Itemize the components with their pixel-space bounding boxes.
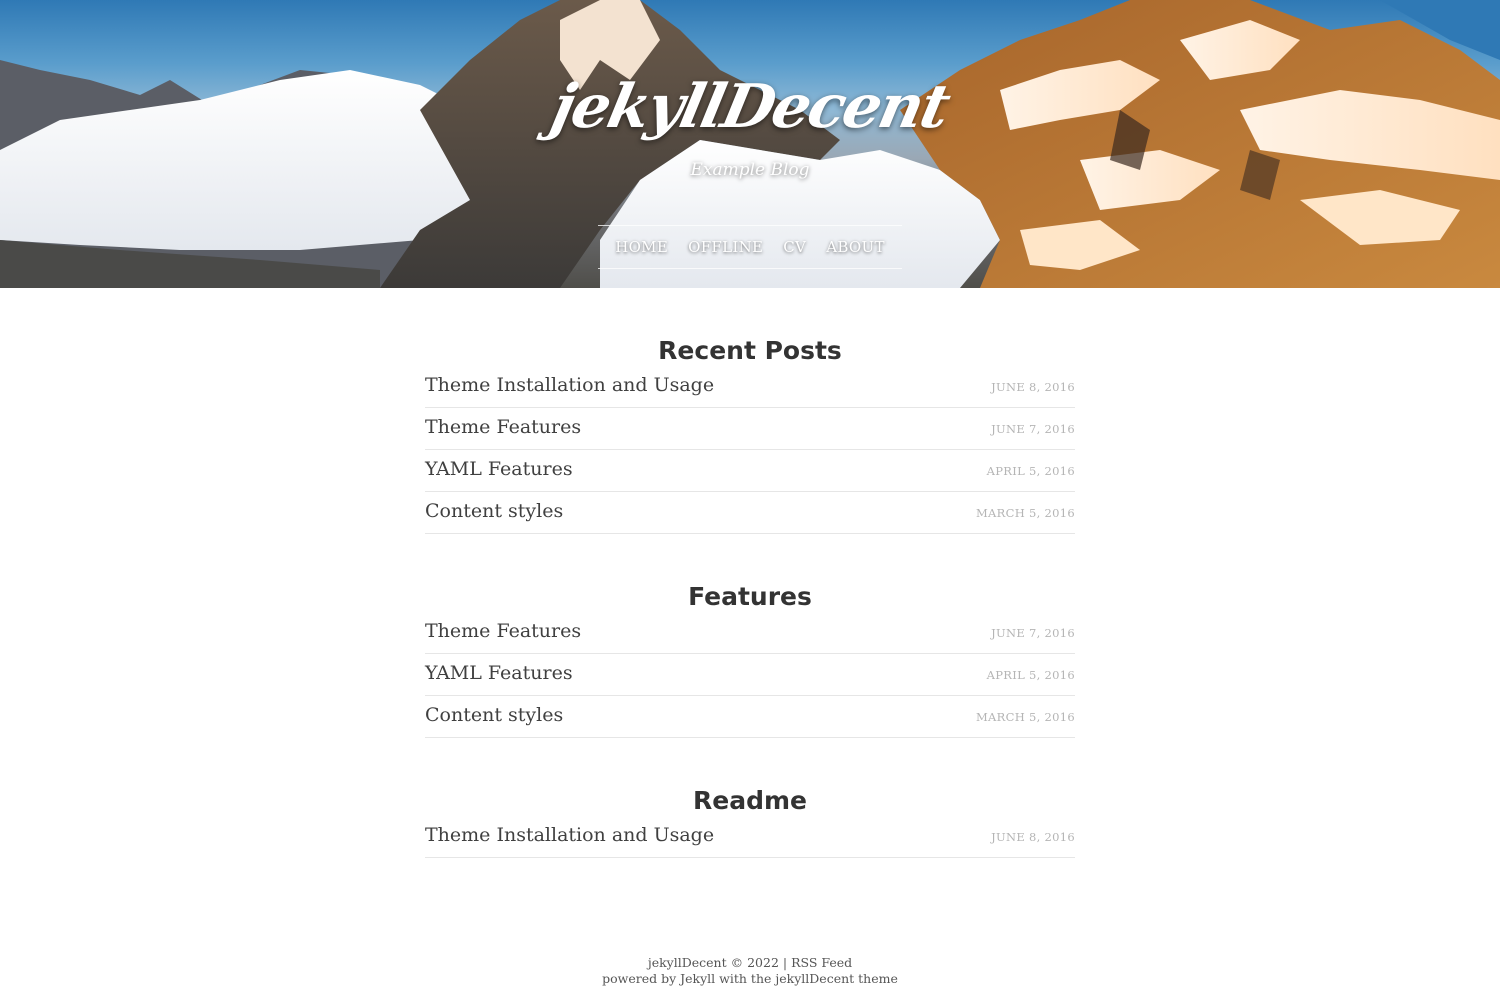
post-date: April 5, 2016 bbox=[986, 464, 1075, 478]
post-list-item: Theme Installation and Usage June 8, 201… bbox=[425, 366, 1075, 408]
main-content: Recent Posts Theme Installation and Usag… bbox=[425, 288, 1075, 858]
post-list-item: Content styles March 5, 2016 bbox=[425, 696, 1075, 738]
header-hero: jekyllDecent Example Blog HOME OFFLINE C… bbox=[0, 0, 1500, 288]
post-title-link[interactable]: Content styles bbox=[425, 493, 563, 529]
post-date: March 5, 2016 bbox=[975, 710, 1075, 724]
post-date: June 8, 2016 bbox=[991, 380, 1075, 394]
post-list-item: Content styles March 5, 2016 bbox=[425, 492, 1075, 534]
jekyll-link[interactable]: Jekyll bbox=[680, 971, 715, 986]
footer-brand-link[interactable]: jekyllDecent bbox=[648, 955, 727, 970]
section-title: Readme bbox=[693, 786, 807, 815]
section-title: Features bbox=[688, 582, 812, 611]
site-title[interactable]: jekyllDecent bbox=[0, 72, 1500, 142]
footer-separator: | bbox=[782, 955, 788, 970]
post-list-item: Theme Features June 7, 2016 bbox=[425, 408, 1075, 450]
post-date: June 7, 2016 bbox=[991, 422, 1075, 436]
post-title-link[interactable]: YAML Features bbox=[425, 451, 573, 487]
post-title-link[interactable]: Theme Features bbox=[425, 613, 581, 649]
section-recent-posts: Recent Posts Theme Installation and Usag… bbox=[425, 288, 1075, 534]
post-list: Theme Installation and Usage June 8, 201… bbox=[425, 366, 1075, 534]
nav-item-cv[interactable]: CV bbox=[783, 238, 806, 256]
post-title-link[interactable]: Theme Installation and Usage bbox=[425, 817, 714, 853]
section-features: Features Theme Features June 7, 2016 YAM… bbox=[425, 534, 1075, 738]
post-date: June 8, 2016 bbox=[991, 830, 1075, 844]
theme-link[interactable]: jekyllDecent theme bbox=[775, 971, 898, 986]
post-list-item: YAML Features April 5, 2016 bbox=[425, 450, 1075, 492]
main-nav: HOME OFFLINE CV ABOUT bbox=[598, 225, 902, 269]
post-title-link[interactable]: Content styles bbox=[425, 697, 563, 733]
post-title-link[interactable]: YAML Features bbox=[425, 655, 573, 691]
post-date: April 5, 2016 bbox=[986, 668, 1075, 682]
site-subtitle: Example Blog bbox=[690, 160, 810, 180]
footer-line-powered: powered by Jekyll with the jekyllDecent … bbox=[0, 971, 1500, 987]
nav-item-about[interactable]: ABOUT bbox=[826, 238, 885, 256]
post-date: June 7, 2016 bbox=[991, 626, 1075, 640]
post-title-link[interactable]: Theme Installation and Usage bbox=[425, 367, 714, 403]
section-title: Recent Posts bbox=[658, 336, 842, 365]
footer-powered-prefix: powered by bbox=[602, 971, 677, 986]
post-list: Theme Installation and Usage June 8, 201… bbox=[425, 816, 1075, 858]
nav-item-offline[interactable]: OFFLINE bbox=[688, 238, 763, 256]
post-date: March 5, 2016 bbox=[975, 506, 1075, 520]
footer-with-text: with the bbox=[719, 971, 772, 986]
footer-line-copyright: jekyllDecent © 2022 | RSS Feed bbox=[0, 955, 1500, 971]
post-list-item: YAML Features April 5, 2016 bbox=[425, 654, 1075, 696]
post-list-item: Theme Installation and Usage June 8, 201… bbox=[425, 816, 1075, 858]
nav-item-home[interactable]: HOME bbox=[615, 238, 668, 256]
site-footer: jekyllDecent © 2022 | RSS Feed powered b… bbox=[0, 955, 1500, 987]
section-readme: Readme Theme Installation and Usage June… bbox=[425, 738, 1075, 858]
post-title-link[interactable]: Theme Features bbox=[425, 409, 581, 445]
post-list: Theme Features June 7, 2016 YAML Feature… bbox=[425, 612, 1075, 738]
rss-feed-link[interactable]: RSS Feed bbox=[791, 955, 852, 970]
post-list-item: Theme Features June 7, 2016 bbox=[425, 612, 1075, 654]
footer-copyright: © 2022 bbox=[730, 955, 779, 970]
